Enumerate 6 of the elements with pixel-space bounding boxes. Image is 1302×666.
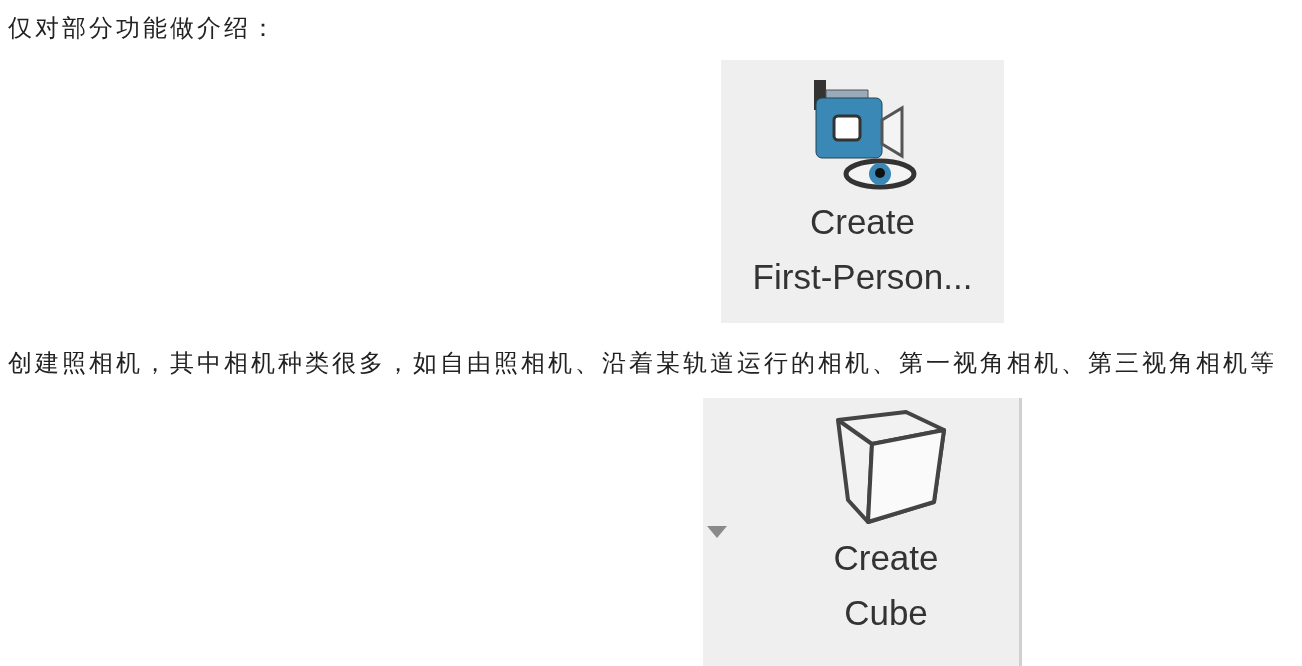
intro-text: 仅对部分功能做介绍： bbox=[7, 13, 279, 43]
create-button[interactable]: Create First-Person... bbox=[752, 60, 973, 304]
create-button[interactable]: Create Cube bbox=[824, 398, 948, 640]
cube-icon bbox=[834, 410, 948, 526]
caption-text: 创建照相机，其中相机种类很多，如自由照相机、沿着某轨道运行的相机、第一视角相机、第三视角相机等 bbox=[7, 348, 1278, 378]
caret-icon[interactable] bbox=[707, 526, 727, 538]
